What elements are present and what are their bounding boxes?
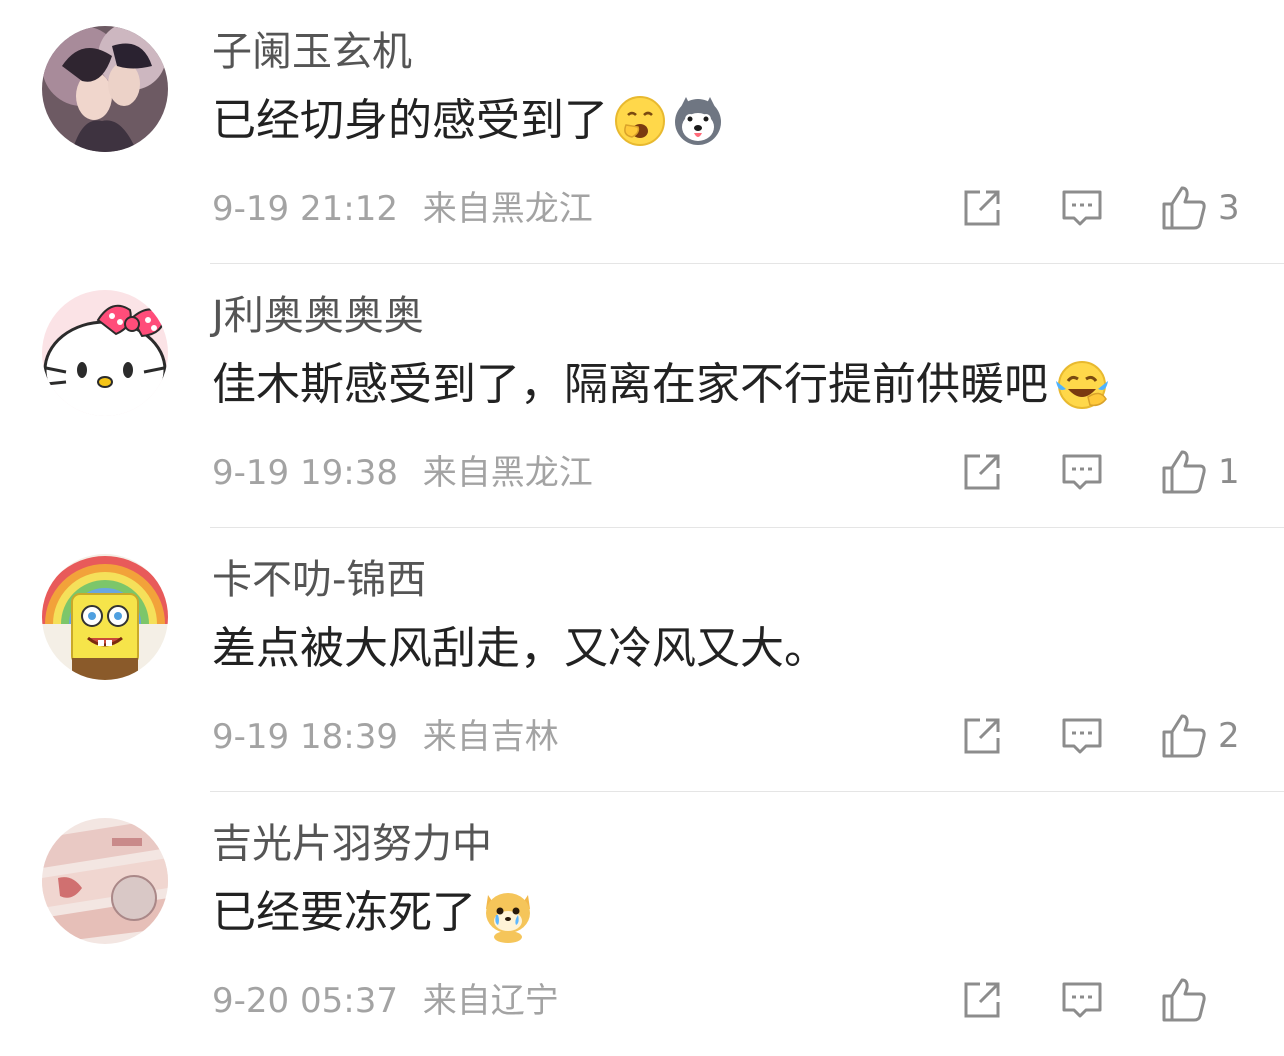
yawn-emoji — [614, 95, 666, 147]
share-button[interactable] — [960, 444, 1004, 500]
laugh-cry-emoji — [1054, 359, 1108, 411]
comment-meta: 9-19 19:38 来自黑龙江 — [212, 452, 593, 494]
comment-item: 卡不叻-锦西 差点被大风刮走，又冷风又大。 9-19 18:39 来自吉林 2 — [0, 528, 1284, 792]
share-button[interactable] — [960, 180, 1004, 236]
thumbs-up-icon — [1162, 714, 1206, 758]
share-button[interactable] — [960, 972, 1004, 1028]
comment-actions — [904, 972, 1240, 1028]
comment-icon — [1062, 454, 1102, 490]
reply-button[interactable] — [1060, 708, 1104, 764]
like-count: 3 — [1218, 188, 1240, 228]
thumbs-up-icon — [1162, 186, 1206, 230]
like-button[interactable]: 3 — [1160, 180, 1240, 236]
like-button[interactable]: 1 — [1160, 444, 1240, 500]
reply-button[interactable] — [1060, 444, 1104, 500]
username[interactable]: 卡不叻-锦西 — [212, 556, 426, 604]
comment-meta: 9-19 18:39 来自吉林 — [212, 716, 559, 758]
comment-text-content: 佳木斯感受到了，隔离在家不行提前供暖吧 — [212, 359, 1048, 410]
avatar[interactable] — [42, 26, 168, 152]
like-count: 2 — [1218, 716, 1240, 756]
avatar[interactable] — [42, 290, 168, 416]
share-icon — [964, 454, 1000, 490]
comment-date: 9-19 18:39 — [212, 717, 398, 757]
comment-date: 9-19 19:38 — [212, 453, 398, 493]
comment-location: 来自辽宁 — [422, 981, 559, 1021]
thumbs-up-icon — [1162, 450, 1206, 494]
reply-button[interactable] — [1060, 180, 1104, 236]
like-count: 1 — [1218, 452, 1240, 492]
comment-icon — [1062, 190, 1102, 226]
comment-location: 来自黑龙江 — [422, 453, 593, 493]
comment-date: 9-20 05:37 — [212, 981, 398, 1021]
avatar[interactable] — [42, 818, 168, 944]
comment-location: 来自黑龙江 — [422, 189, 593, 229]
username[interactable]: 吉光片羽努力中 — [212, 820, 492, 868]
comment-item: J利奥奥奥奥 佳木斯感受到了，隔离在家不行提前供暖吧 9-19 19:38 来自… — [0, 264, 1284, 528]
comment-location: 来自吉林 — [422, 717, 559, 757]
share-icon — [964, 190, 1000, 226]
comment-text: 佳木斯感受到了，隔离在家不行提前供暖吧 — [212, 359, 1108, 411]
share-icon — [964, 718, 1000, 754]
comment-actions: 3 — [904, 180, 1240, 236]
comment-meta: 9-19 21:12 来自黑龙江 — [212, 188, 593, 230]
comment-meta: 9-20 05:37 来自辽宁 — [212, 980, 559, 1022]
like-button[interactable]: 2 — [1160, 708, 1240, 764]
comment-icon — [1062, 718, 1102, 754]
username[interactable]: 子阑玉玄机 — [212, 28, 412, 76]
avatar[interactable] — [42, 554, 168, 680]
comment-text: 已经要冻死了 — [212, 887, 534, 943]
comment-item: 吉光片羽努力中 已经要冻死了 9-20 05:37 来自辽宁 — [0, 792, 1284, 1056]
thumbs-up-icon — [1162, 978, 1206, 1022]
comment-actions: 1 — [904, 444, 1240, 500]
husky-emoji — [672, 95, 724, 147]
comment-actions: 2 — [904, 708, 1240, 764]
share-icon — [964, 982, 1000, 1018]
share-button[interactable] — [960, 708, 1004, 764]
comment-text-content: 已经要冻死了 — [212, 887, 476, 938]
comment-text: 差点被大风刮走，又冷风又大。 — [212, 623, 828, 675]
reply-button[interactable] — [1060, 972, 1104, 1028]
comment-text-content: 已经切身的感受到了 — [212, 95, 608, 146]
comment-icon — [1062, 982, 1102, 1018]
comment-text: 已经切身的感受到了 — [212, 95, 724, 147]
crying-dog-emoji — [482, 887, 534, 943]
comment-text-content: 差点被大风刮走，又冷风又大。 — [212, 623, 828, 674]
comment-date: 9-19 21:12 — [212, 189, 398, 229]
username[interactable]: J利奥奥奥奥 — [212, 292, 424, 340]
comment-item: 子阑玉玄机 已经切身的感受到了 9-19 21:12 来自黑龙江 3 — [0, 0, 1284, 264]
like-button[interactable] — [1160, 972, 1240, 1028]
